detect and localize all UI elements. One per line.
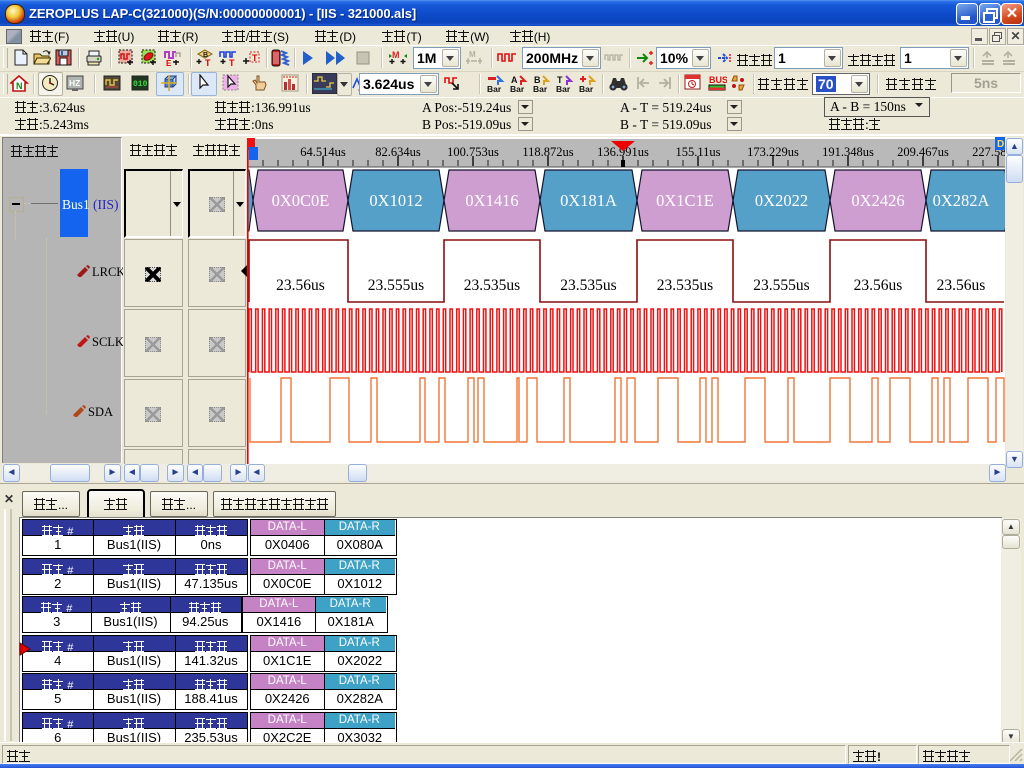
svg-text:0X1416: 0X1416 [465,191,518,210]
svg-text:T: T [205,58,211,67]
svg-text:191.348us: 191.348us [822,145,874,159]
svg-text:23.535us: 23.535us [464,277,520,294]
svg-text:M: M [469,50,476,59]
svg-text:64.514us: 64.514us [300,145,346,159]
svg-text:0X1C1E: 0X1C1E [656,191,714,210]
svg-text:Bar: Bar [579,84,594,93]
svg-text:T: T [252,53,258,63]
svg-text:0X181A: 0X181A [560,191,617,210]
svg-text:23.56us: 23.56us [854,277,903,294]
svg-text:82.634us: 82.634us [375,145,421,159]
svg-text:E: E [166,59,172,67]
svg-text:0X1012: 0X1012 [369,191,422,210]
svg-text:23.535us: 23.535us [560,277,616,294]
svg-text:100.753us: 100.753us [447,145,499,159]
svg-text:23.555us: 23.555us [753,277,809,294]
svg-text:Bar: Bar [510,84,525,93]
svg-text:173.229us: 173.229us [747,145,799,159]
svg-text:118.872us: 118.872us [522,145,573,159]
svg-text:Bar: Bar [556,84,571,93]
svg-text:155.11us: 155.11us [675,145,720,159]
svg-text:BUS: BUS [709,75,727,85]
svg-text:HZ: HZ [69,78,80,88]
svg-text:0X282A: 0X282A [933,191,990,210]
svg-text:M: M [392,50,400,60]
svg-text:0X2022: 0X2022 [755,191,808,210]
svg-text:23.56us: 23.56us [276,277,325,294]
svg-text:209.467us: 209.467us [897,145,949,159]
svg-text:010: 010 [133,80,148,89]
svg-text:0X2426: 0X2426 [851,191,904,210]
svg-text:Bar: Bar [487,84,502,93]
svg-text:23.56us: 23.56us [937,277,986,294]
svg-text:23.535us: 23.535us [657,277,713,294]
svg-text:23.555us: 23.555us [368,277,424,294]
svg-text:D: D [997,139,1004,150]
svg-text:Bar: Bar [533,84,548,93]
svg-text:T: T [229,58,235,67]
svg-text:0X0C0E: 0X0C0E [272,191,330,210]
svg-text:N: N [16,81,23,91]
